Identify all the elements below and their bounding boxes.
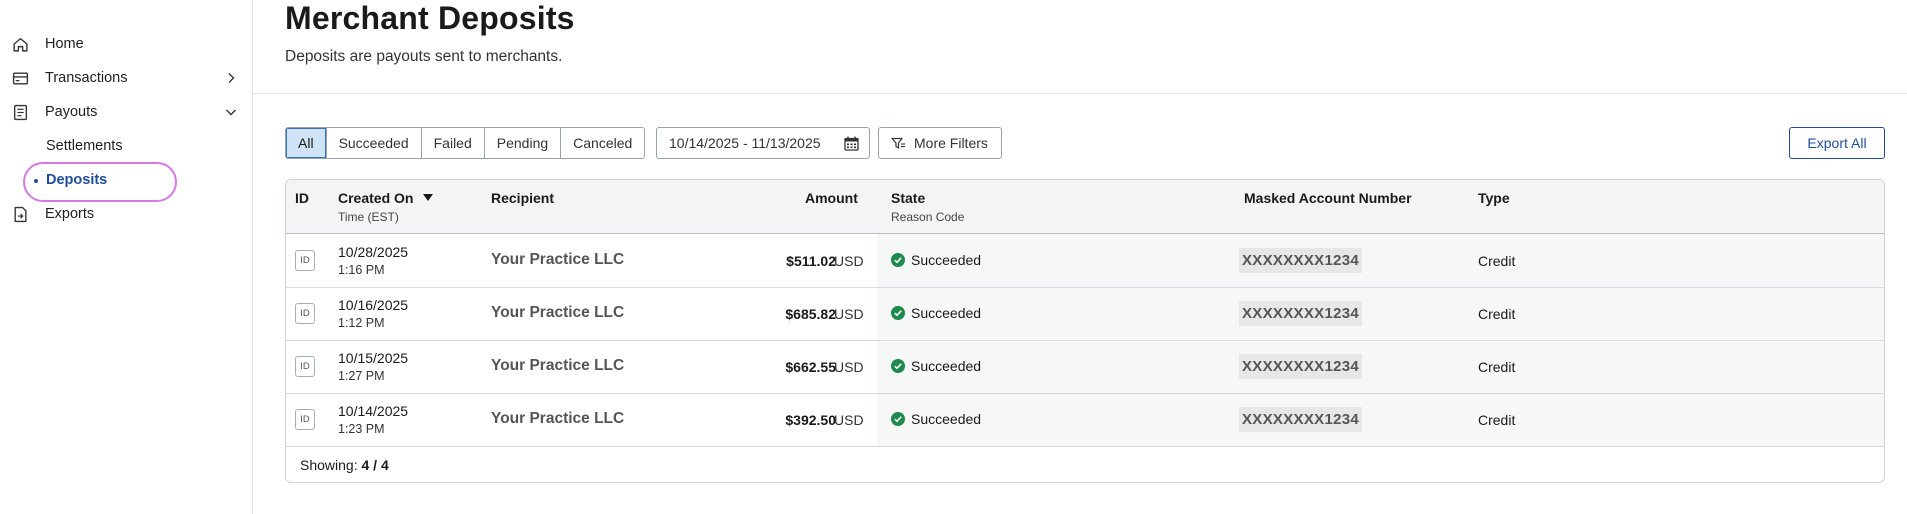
- id-badge[interactable]: ID: [295, 409, 315, 430]
- sidebar-item-payouts[interactable]: Payouts: [0, 95, 252, 129]
- created-time: 1:12 PM: [338, 316, 385, 330]
- column-header-created-on[interactable]: Created On: [338, 190, 413, 206]
- deposits-table: ID Created On Time (EST) Recipient Amoun…: [285, 179, 1885, 483]
- page-subtitle: Deposits are payouts sent to merchants.: [285, 48, 563, 65]
- tab-succeeded[interactable]: Succeeded: [326, 128, 422, 158]
- sidebar-item-exports[interactable]: Exports: [0, 197, 252, 231]
- created-date: 10/16/2025: [338, 297, 409, 313]
- type: Credit: [1478, 253, 1516, 269]
- currency: USD: [834, 359, 864, 375]
- tab-canceled[interactable]: Canceled: [561, 128, 645, 158]
- column-header-recipient: Recipient: [491, 190, 555, 206]
- filter-icon: [891, 137, 905, 149]
- more-filters-button[interactable]: More Filters: [878, 127, 1002, 159]
- receipt-icon: [13, 104, 28, 121]
- created-date: 10/14/2025: [338, 403, 409, 419]
- created-time: 1:16 PM: [338, 263, 385, 277]
- showing-label: Showing:: [300, 457, 358, 473]
- recipient: Your Practice LLC: [491, 357, 625, 374]
- showing-count: 4 / 4: [361, 457, 389, 473]
- export-all-button[interactable]: Export All: [1789, 127, 1885, 159]
- column-subheader-reason-code: Reason Code: [891, 210, 965, 224]
- amount: $392.50: [785, 412, 836, 428]
- column-header-amount: Amount: [805, 190, 858, 206]
- tab-pending[interactable]: Pending: [484, 128, 562, 158]
- state: Succeeded: [891, 305, 981, 321]
- amount: $511.02: [786, 253, 836, 269]
- currency: USD: [834, 412, 864, 428]
- page-title: Merchant Deposits: [285, 0, 575, 36]
- column-header-state: State: [891, 190, 926, 206]
- type: Credit: [1478, 412, 1516, 428]
- id-badge[interactable]: ID: [295, 356, 315, 377]
- date-range-value: 10/14/2025 - 11/13/2025: [669, 135, 821, 151]
- chevron-right-icon: [228, 73, 235, 83]
- more-filters-label: More Filters: [914, 135, 988, 151]
- state: Succeeded: [891, 252, 981, 268]
- sort-desc-icon[interactable]: [423, 194, 433, 201]
- id-badge[interactable]: ID: [295, 250, 315, 271]
- credit-card-icon: [12, 72, 29, 85]
- column-header-type: Type: [1478, 190, 1510, 206]
- check-circle-icon: [891, 359, 905, 373]
- calendar-icon: [844, 136, 859, 151]
- type: Credit: [1478, 359, 1516, 375]
- sidebar-item-label: Payouts: [45, 104, 98, 120]
- created-date: 10/15/2025: [338, 350, 409, 366]
- amount: $662.55: [785, 359, 836, 375]
- currency: USD: [834, 306, 864, 322]
- chevron-down-icon: [226, 109, 236, 116]
- check-circle-icon: [891, 306, 905, 320]
- recipient: Your Practice LLC: [491, 304, 625, 321]
- sidebar: Home Transactions Payouts Settlements De…: [0, 0, 253, 514]
- state: Succeeded: [891, 358, 981, 374]
- column-subheader-time: Time (EST): [338, 210, 399, 224]
- sidebar-item-transactions[interactable]: Transactions: [0, 61, 252, 95]
- masked-account: XXXXXXXX1234: [1239, 354, 1363, 379]
- sidebar-item-settlements[interactable]: Settlements: [0, 129, 252, 163]
- table-row[interactable]: ID 10/15/2025 1:27 PM Your Practice LLC …: [286, 341, 1884, 394]
- recipient: Your Practice LLC: [491, 410, 625, 427]
- type: Credit: [1478, 306, 1516, 322]
- state-label: Succeeded: [911, 411, 982, 427]
- created-time: 1:23 PM: [338, 422, 385, 436]
- file-export-icon: [14, 206, 27, 223]
- divider: [253, 93, 1907, 94]
- tab-failed[interactable]: Failed: [421, 128, 485, 158]
- table-row[interactable]: ID 10/28/2025 1:16 PM Your Practice LLC …: [286, 235, 1884, 288]
- state-label: Succeeded: [911, 305, 982, 321]
- masked-account: XXXXXXXX1234: [1239, 407, 1363, 432]
- table-footer: Showing: 4 / 4: [300, 457, 389, 473]
- table-row[interactable]: ID 10/16/2025 1:12 PM Your Practice LLC …: [286, 288, 1884, 341]
- created-time: 1:27 PM: [338, 369, 385, 383]
- status-filter-tabs: All Succeeded Failed Pending Canceled: [285, 127, 646, 159]
- check-circle-icon: [891, 412, 905, 426]
- masked-account: XXXXXXXX1234: [1239, 248, 1363, 273]
- main-content: Merchant Deposits Deposits are payouts s…: [253, 0, 1907, 514]
- tab-all[interactable]: All: [286, 128, 327, 158]
- sidebar-item-label: Exports: [45, 206, 95, 222]
- column-header-id: ID: [295, 190, 309, 206]
- state: Succeeded: [891, 411, 981, 427]
- id-badge[interactable]: ID: [295, 303, 315, 324]
- state-label: Succeeded: [911, 252, 982, 268]
- check-circle-icon: [891, 253, 905, 267]
- column-header-masked-account: Masked Account Number: [1244, 190, 1412, 206]
- date-range-picker[interactable]: 10/14/2025 - 11/13/2025: [656, 127, 870, 159]
- amount: $685.82: [785, 306, 836, 322]
- sidebar-item-home[interactable]: Home: [0, 27, 252, 61]
- state-label: Succeeded: [911, 358, 982, 374]
- sidebar-item-label: Home: [45, 36, 84, 52]
- highlight-ring: [23, 162, 177, 202]
- table-header: ID Created On Time (EST) Recipient Amoun…: [286, 180, 1884, 234]
- created-date: 10/28/2025: [338, 244, 409, 260]
- currency: USD: [834, 253, 864, 269]
- sidebar-item-label: Transactions: [45, 70, 128, 86]
- recipient: Your Practice LLC: [491, 251, 625, 268]
- home-icon: [13, 37, 28, 52]
- masked-account: XXXXXXXX1234: [1239, 301, 1363, 326]
- table-row[interactable]: ID 10/14/2025 1:23 PM Your Practice LLC …: [286, 394, 1884, 447]
- sidebar-item-label: Settlements: [46, 138, 123, 154]
